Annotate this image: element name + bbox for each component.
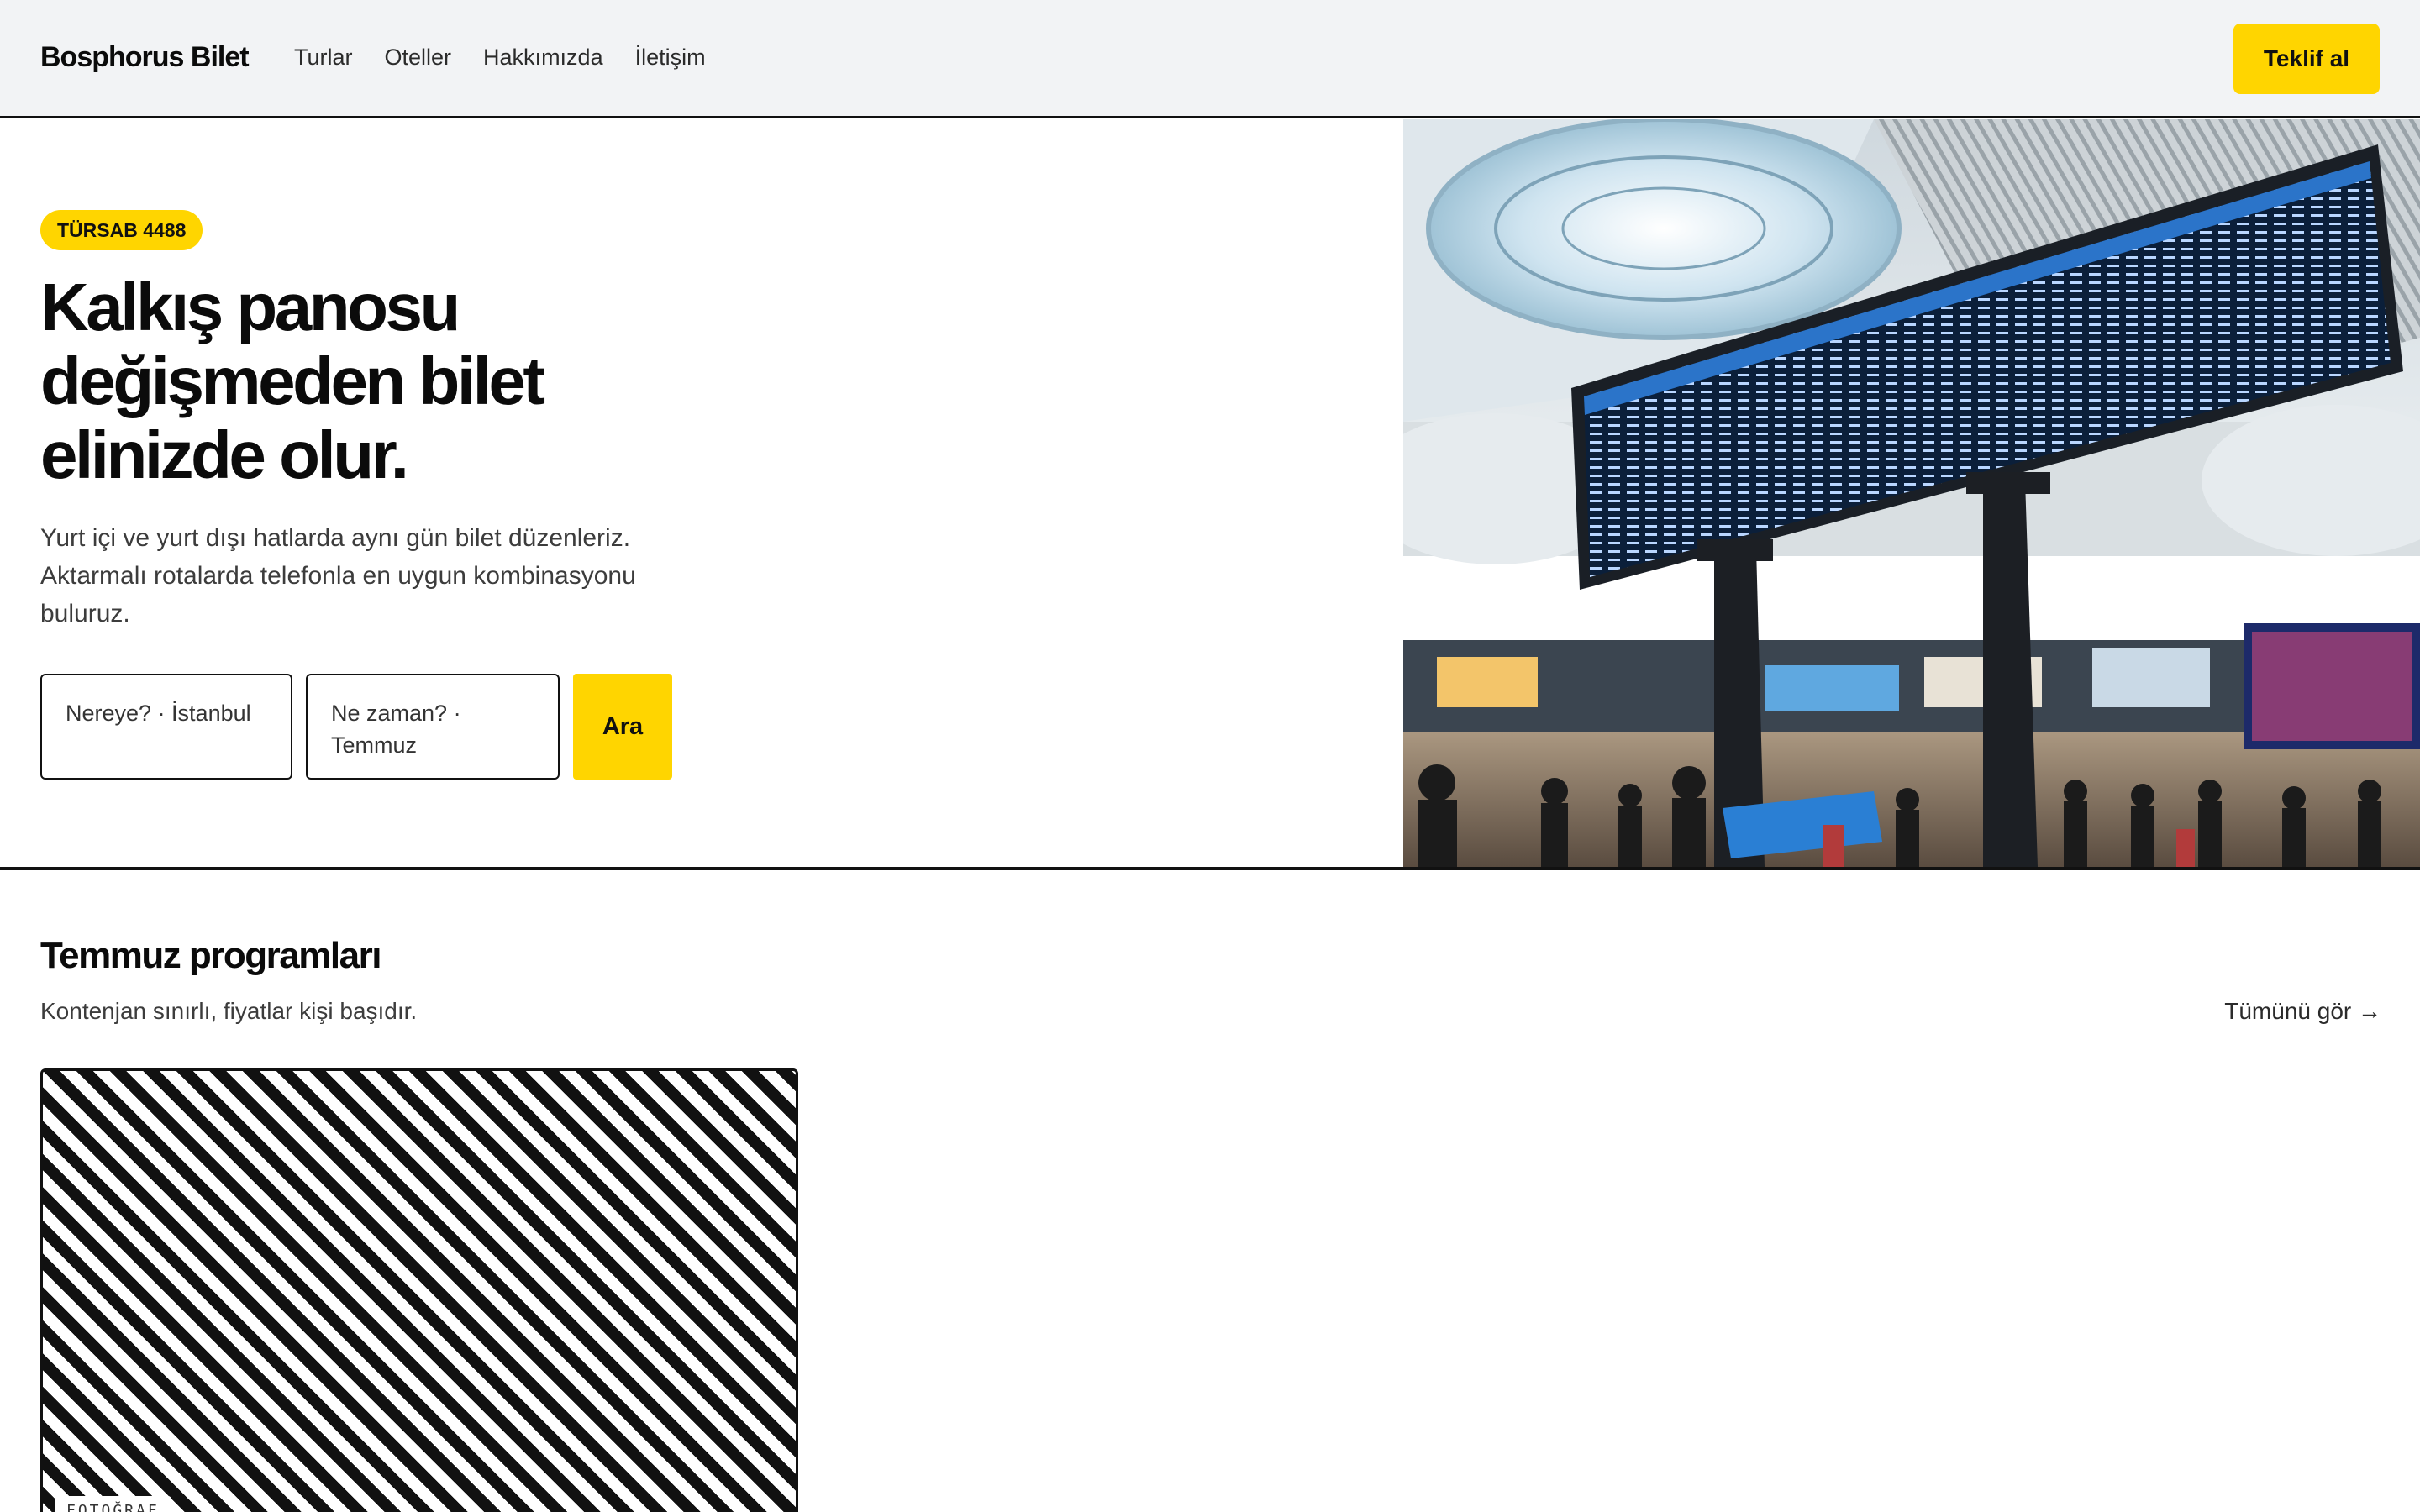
- hero-airport-photo: [1403, 119, 2420, 867]
- nav-link-about[interactable]: Hakkımızda: [483, 37, 603, 77]
- hero-section: TÜRSAB 4488 Kalkış panosu değişmeden bil…: [0, 119, 1403, 867]
- nav-link-contact[interactable]: İletişim: [635, 37, 706, 77]
- nav-link-hotels[interactable]: Oteller: [385, 37, 452, 77]
- hero-headline: Kalkış panosu değişmeden bilet elinizde …: [40, 270, 545, 492]
- site-header: Bosphorus Bilet Turlar Oteller Hakkımızd…: [0, 0, 2420, 118]
- program-card[interactable]: FOTOĞRAF: [40, 1068, 798, 1512]
- hero-subtext: Yurt içi ve yurt dışı hatlarda aynı gün …: [40, 524, 636, 627]
- programs-title: Temmuz programları: [40, 935, 381, 976]
- section-divider: [0, 867, 2420, 870]
- search-button[interactable]: Ara: [573, 674, 672, 780]
- get-quote-button[interactable]: Teklif al: [2233, 24, 2380, 94]
- main-nav: Turlar Oteller Hakkımızda İletişim: [294, 37, 706, 77]
- photo-placeholder-tag: FOTOĞRAF: [55, 1496, 171, 1512]
- tursab-badge: TÜRSAB 4488: [40, 210, 203, 250]
- brand-logo[interactable]: Bosphorus Bilet: [40, 37, 250, 77]
- nav-link-tours[interactable]: Turlar: [294, 37, 353, 77]
- destination-input[interactable]: Nereye? · İstanbul: [40, 674, 292, 780]
- date-input[interactable]: Ne zaman? · Temmuz: [306, 674, 560, 780]
- see-all-link[interactable]: Tümünü gör →: [2224, 995, 2381, 1028]
- programs-subtitle: Kontenjan sınırlı, fiyatlar kişi başıdır…: [40, 998, 418, 1024]
